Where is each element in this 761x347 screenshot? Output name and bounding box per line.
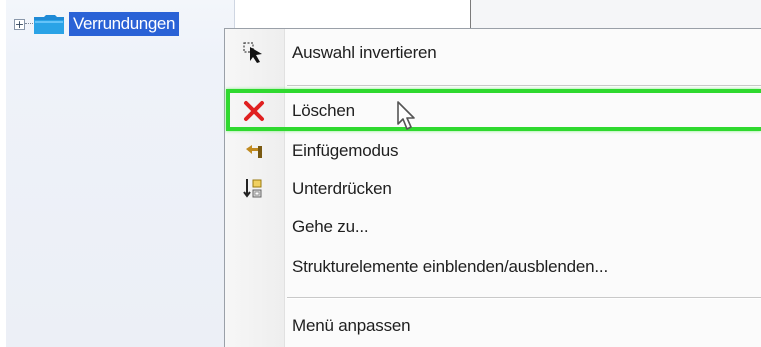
menu-item-einfuegemodus[interactable]: Einfügemodus (225, 132, 761, 170)
menu-item-unterdruecken[interactable]: Unterdrücken (225, 170, 761, 208)
menu-item-label: Unterdrücken (292, 179, 392, 198)
menu-item-label: Strukturelemente einblenden/ausblenden..… (292, 257, 608, 276)
suppress-icon (241, 177, 267, 201)
menu-item-auswahl-invertieren[interactable]: Auswahl invertieren (225, 34, 761, 72)
tree-node-label[interactable]: Verrundungen (69, 12, 180, 36)
tree-connector-line (25, 23, 33, 25)
select-arrow-icon (241, 41, 267, 65)
expand-plus-icon[interactable]: + (14, 18, 25, 30)
graphics-area-strip (470, 0, 761, 30)
menu-item-label: Menü anpassen (292, 316, 411, 335)
menu-item-menue-anpassen[interactable]: Menü anpassen (225, 307, 761, 345)
context-menu: Auswahl invertieren Löschen Einfügemodus (224, 28, 761, 347)
menu-item-label: Einfügemodus (292, 141, 399, 160)
menu-item-label: Gehe zu... (292, 217, 369, 236)
tree-node-verrundungen[interactable]: + Verrundungen (14, 10, 180, 38)
menu-separator (287, 85, 761, 87)
menu-item-strukturelemente[interactable]: Strukturelemente einblenden/ausblenden..… (225, 248, 761, 286)
mouse-pointer-icon (397, 101, 415, 130)
feature-tree-panel: + Verrundungen (6, 0, 235, 347)
menu-separator (287, 297, 761, 299)
menu-item-gehe-zu[interactable]: Gehe zu... (225, 208, 761, 246)
highlight-box (226, 89, 761, 131)
insert-mode-icon (241, 139, 267, 163)
folder-icon (34, 15, 64, 34)
menu-item-label: Auswahl invertieren (292, 43, 437, 62)
